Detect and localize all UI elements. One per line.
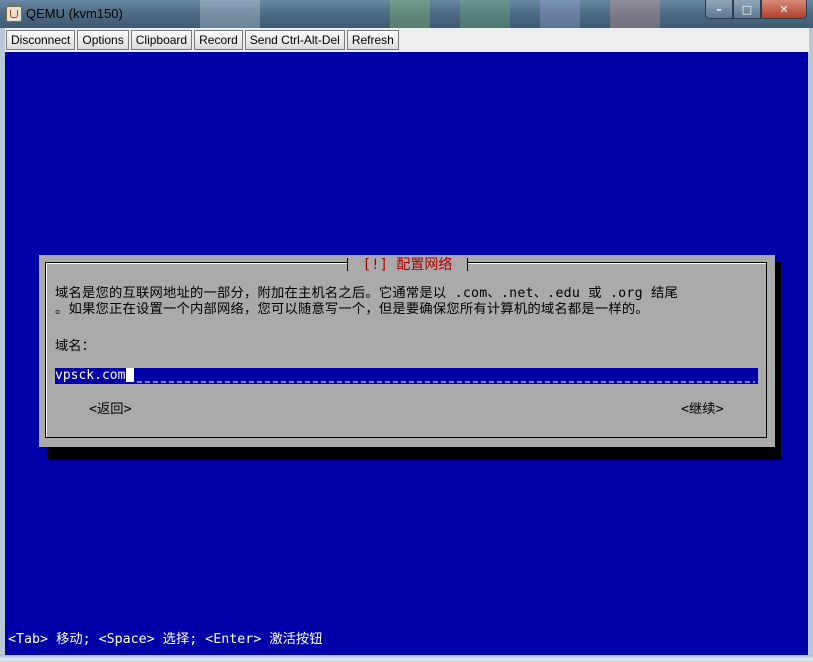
dialog-title: [!] 配置网络	[347, 255, 468, 273]
description-line-1: 域名是您的互联网地址的一部分，附加在主机名之后。它通常是以 .com、.net、…	[55, 286, 679, 301]
record-button[interactable]: Record	[194, 30, 243, 50]
options-button[interactable]: Options	[77, 30, 129, 50]
domain-name-input[interactable]: vpsck.com	[55, 368, 758, 384]
window-title: QEMU (kvm150)	[26, 6, 123, 21]
description-line-2: 。如果您正在设置一个内部网络，您可以随意写一个，但是要确保您所有计算机的域名都是…	[55, 302, 649, 317]
vnc-toolbar: Disconnect Options Clipboard Record Send…	[5, 28, 809, 52]
continue-button[interactable]: <继续>	[681, 398, 724, 417]
background-blur	[610, 0, 660, 28]
input-underline-fill	[137, 381, 755, 383]
close-icon: ✕	[779, 2, 789, 16]
java-cup-icon	[6, 6, 22, 22]
domain-name-label: 域名：	[55, 339, 95, 354]
maximize-icon: □	[741, 2, 753, 16]
configure-network-dialog: [!] 配置网络 域名是您的互联网地址的一部分，附加在主机名之后。它通常是以 .…	[39, 255, 775, 447]
keyboard-hint: <Tab> 移动; <Space> 选择; <Enter> 激活按钮	[8, 632, 323, 647]
close-button[interactable]: ✕	[761, 0, 807, 19]
vm-screen[interactable]: [!] 配置网络 域名是您的互联网地址的一部分，附加在主机名之后。它通常是以 .…	[5, 52, 808, 655]
clipboard-button[interactable]: Clipboard	[130, 30, 193, 50]
window-frame: Disconnect Options Clipboard Record Send…	[0, 28, 813, 662]
minimize-icon: –	[716, 2, 722, 16]
back-button[interactable]: <返回>	[89, 398, 132, 417]
minimize-button[interactable]: –	[705, 0, 733, 19]
domain-name-value: vpsck.com	[55, 368, 126, 383]
title-bar[interactable]: QEMU (kvm150) – □ ✕	[0, 0, 813, 28]
dialog-description: 域名是您的互联网地址的一部分，附加在主机名之后。它通常是以 .com、.net、…	[55, 286, 760, 318]
background-blur	[540, 0, 580, 28]
window-controls: – □ ✕	[705, 0, 807, 19]
background-blur	[390, 0, 430, 28]
refresh-button[interactable]: Refresh	[346, 30, 399, 50]
background-blur	[200, 0, 260, 28]
maximize-button[interactable]: □	[733, 0, 761, 19]
window-bottom-border	[0, 655, 813, 662]
background-blur	[460, 0, 510, 28]
send-ctrl-alt-del-button[interactable]: Send Ctrl-Alt-Del	[244, 30, 345, 50]
disconnect-button[interactable]: Disconnect	[6, 30, 76, 50]
text-cursor	[126, 368, 135, 382]
